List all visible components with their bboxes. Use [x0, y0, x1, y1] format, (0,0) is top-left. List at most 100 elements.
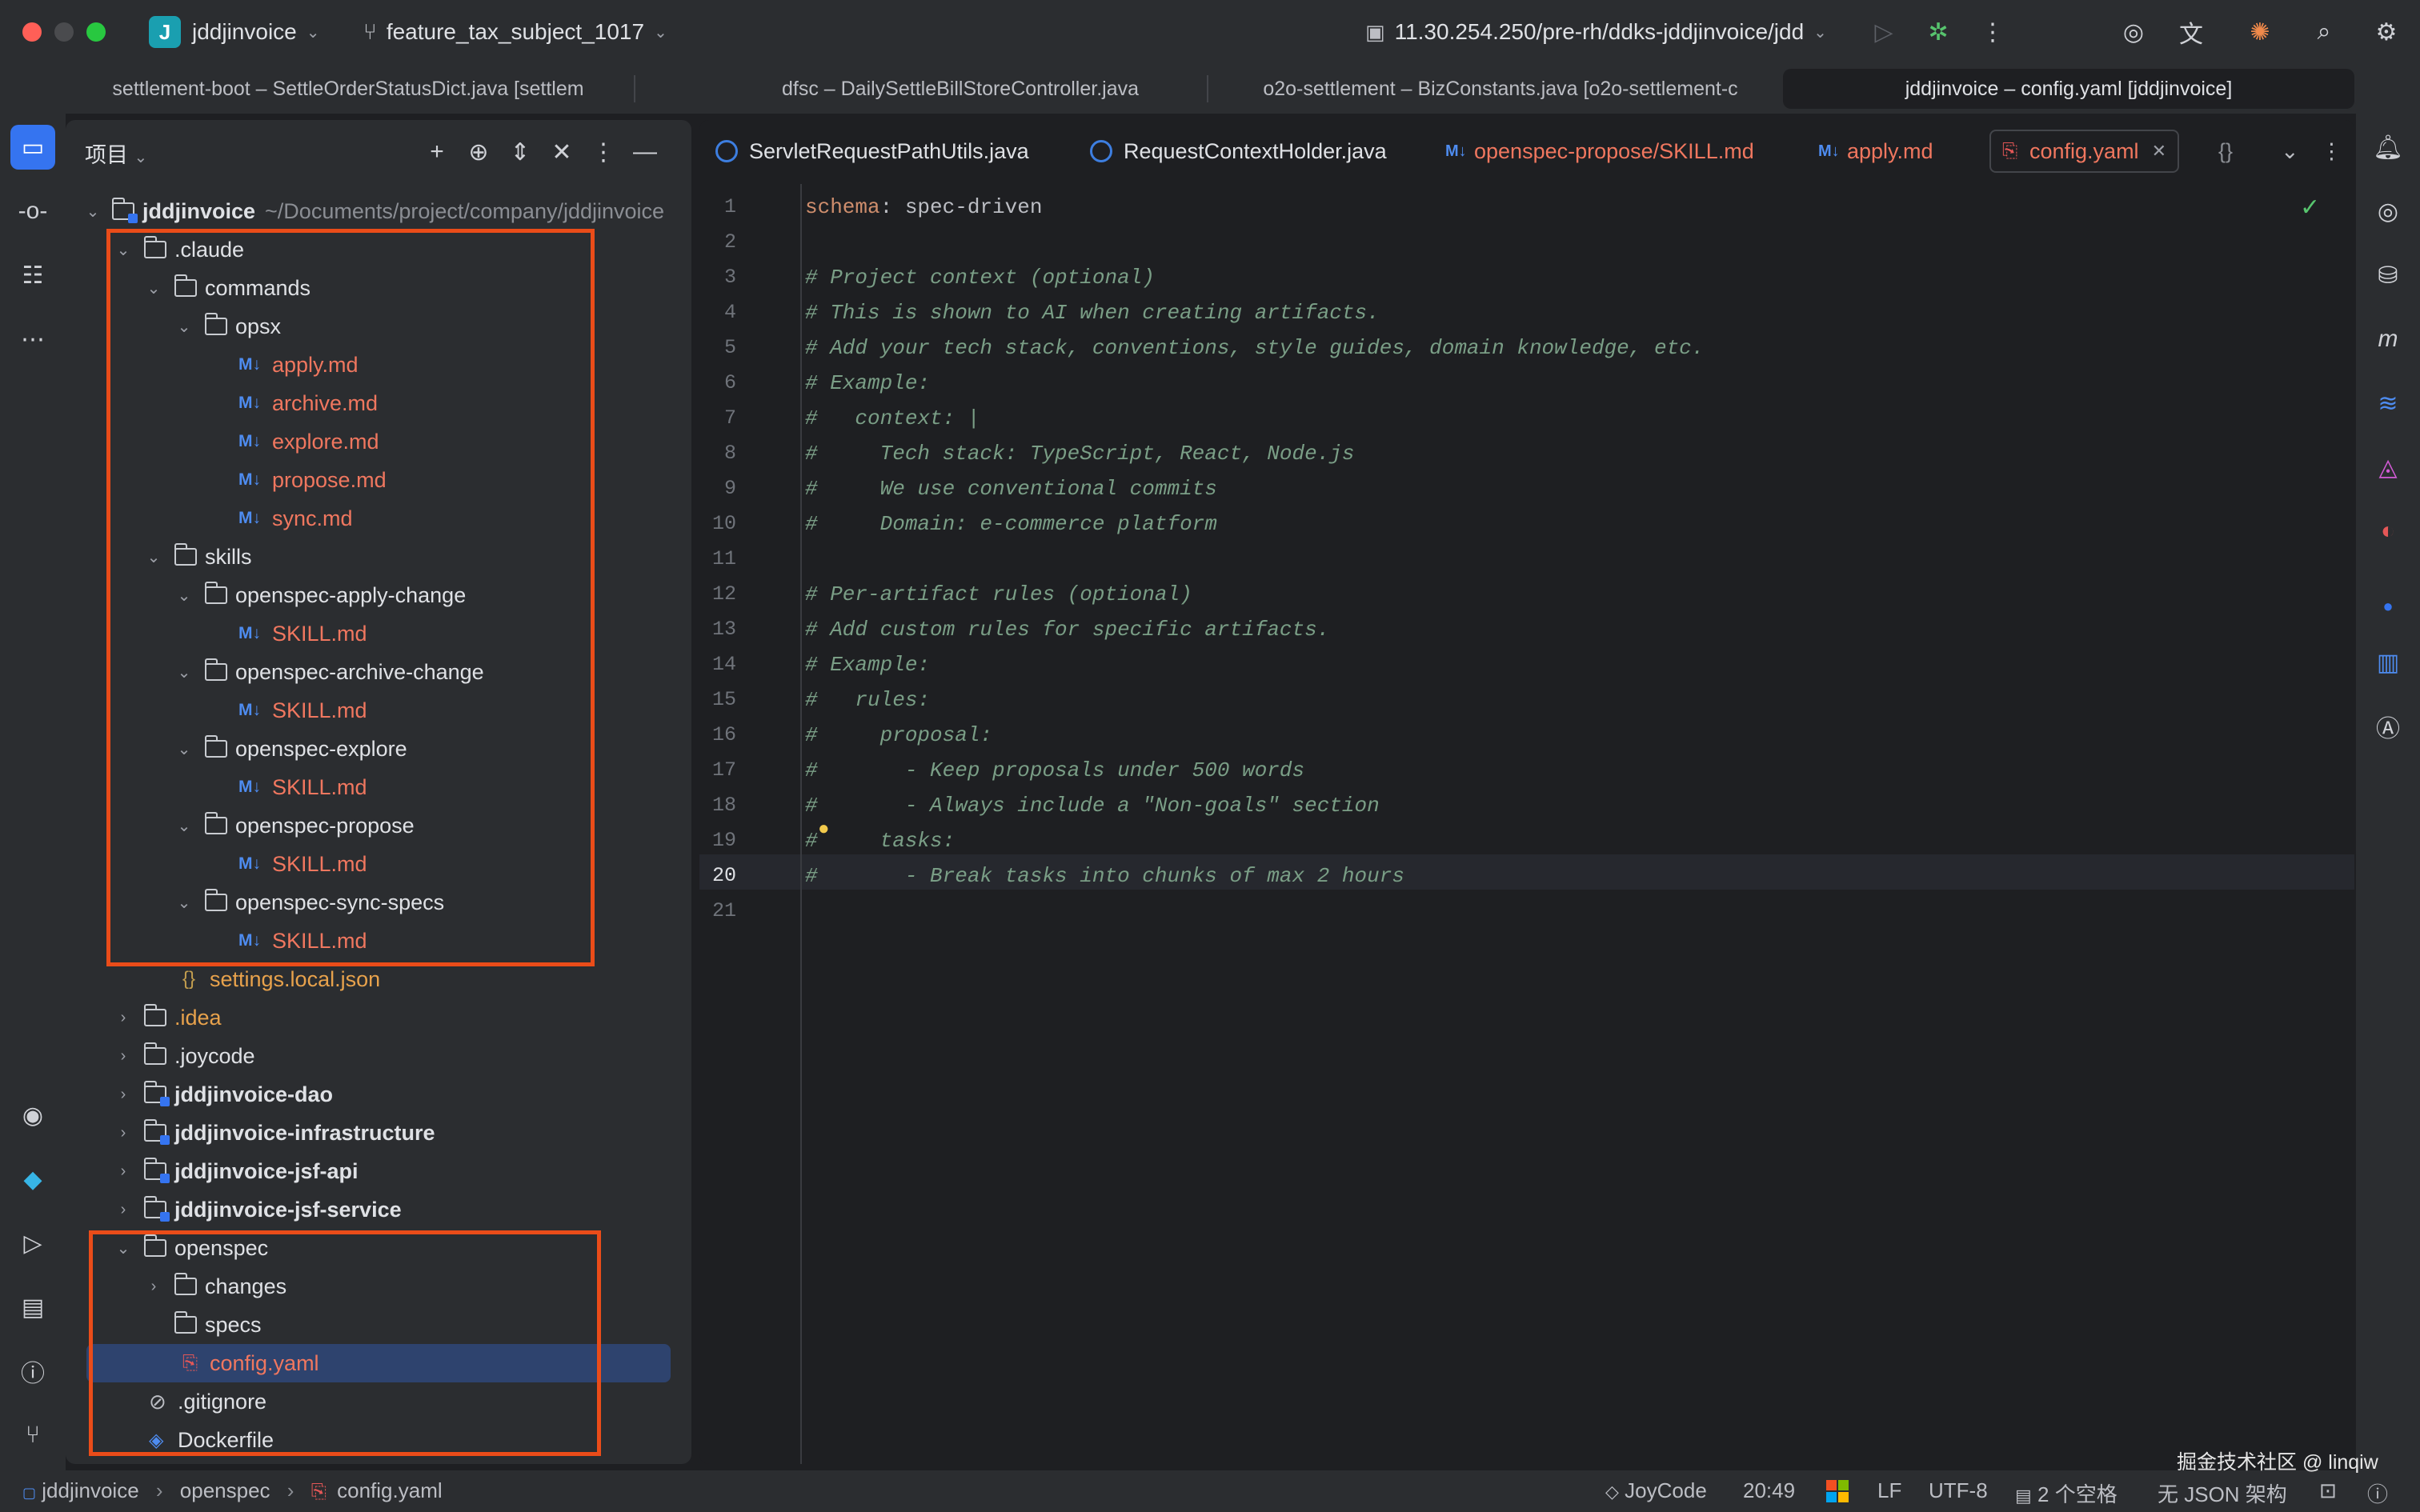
run-icon[interactable]: ▷ — [1868, 16, 1900, 48]
event-log-icon[interactable]: ⓘ — [2367, 1478, 2388, 1508]
reader-mode-icon[interactable]: ▥ — [2370, 645, 2406, 680]
code-line-comment[interactable]: # proposal: — [805, 723, 992, 747]
more-tools-icon[interactable]: ⋯ — [10, 317, 55, 362]
code-line-comment[interactable]: # Add custom rules for specific artifact… — [805, 618, 1329, 642]
run-config-selector[interactable]: ▣ 11.30.254.250/pre-rh/ddks-jddjinvoice/… — [1365, 13, 1827, 51]
debug-icon[interactable]: ✲ — [1922, 16, 1954, 48]
project-folder-icon[interactable]: ▭ — [10, 125, 55, 170]
database-icon[interactable]: ⛁ — [2370, 258, 2406, 293]
joycode-send-icon[interactable]: ◆ — [10, 1157, 55, 1202]
breadcrumb-dir[interactable]: openspec — [180, 1478, 270, 1502]
window-tab-settlement-boot[interactable]: settlement-boot – SettleOrderStatusDict.… — [96, 69, 600, 109]
code-line-comment[interactable]: # We use conventional commits — [805, 477, 1217, 501]
tree-root[interactable]: ⌄ jddjinvoice ~/Documents/project/compan… — [66, 192, 691, 230]
code-line-comment-current[interactable]: # - Break tasks into chunks of max 2 hou… — [805, 864, 1404, 888]
settings-gear-icon[interactable]: ⚙ — [2370, 16, 2402, 48]
tree-module-infrastructure[interactable]: › jddjinvoice-infrastructure — [66, 1114, 691, 1152]
zoom-window-button[interactable] — [86, 22, 106, 42]
chevron-down-icon: ⌄ — [654, 23, 667, 42]
tree-module-jsf-api[interactable]: › jddjinvoice-jsf-api — [66, 1152, 691, 1190]
window-tab-dfsc[interactable]: dfsc – DailySettleBillStoreController.ja… — [720, 69, 1200, 109]
json-schema[interactable]: 无 JSON 架构 — [2158, 1478, 2287, 1508]
file-encoding[interactable]: UTF-8 — [1929, 1478, 1988, 1503]
locate-icon[interactable]: ⊕ — [463, 136, 495, 168]
search-icon[interactable]: ⌕ — [2308, 16, 2340, 48]
code-line-comment[interactable]: # rules: — [805, 688, 930, 712]
code-line-comment[interactable]: # Example: — [805, 371, 930, 395]
project-switcher[interactable]: J jddjinvoice ⌄ — [149, 13, 320, 51]
add-icon[interactable]: + — [421, 136, 453, 168]
window-tab-o2o-settlement[interactable]: o2o-settlement – BizConstants.java [o2o-… — [1248, 69, 1753, 109]
breadcrumb-root[interactable]: jddjinvoice — [42, 1478, 138, 1502]
status-dot-icon[interactable]: ● — [2370, 589, 2406, 624]
code-line-1[interactable]: schema: spec-driven — [805, 195, 1042, 219]
translate-icon[interactable]: 文 — [2175, 16, 2207, 48]
code-line-comment[interactable]: # - Always include a "Non-goals" section — [805, 794, 1380, 818]
code-line-comment[interactable]: # context: | — [805, 406, 980, 430]
code-line-comment[interactable]: # Add your tech stack, conventions, styl… — [805, 336, 1704, 360]
claude-icon[interactable]: ✺ — [2244, 16, 2276, 48]
minimize-window-button[interactable] — [54, 22, 74, 42]
more-actions-icon[interactable]: ⋮ — [1977, 16, 2009, 48]
terminal-icon[interactable]: ▤ — [10, 1285, 55, 1330]
windows-grid-icon[interactable] — [1826, 1480, 1849, 1502]
problems-icon[interactable]: ⓘ — [10, 1349, 55, 1394]
collapse-all-icon[interactable]: ✕ — [546, 136, 578, 168]
editor-tab-skill-md[interactable]: M↓ openspec-propose/SKILL.md — [1434, 130, 1765, 173]
notifications-bell-icon[interactable]: 🔔︎ — [2370, 130, 2406, 165]
chevron-down-icon: ⌄ — [1813, 23, 1827, 42]
editor-tab-overflow[interactable]: {} — [2207, 130, 2244, 173]
joycode-status[interactable]: ◇ JoyCode — [1605, 1478, 1707, 1503]
branch-switcher[interactable]: ⑂ feature_tax_subject_1017 ⌄ — [363, 13, 667, 51]
highlight-box-openspec — [89, 1230, 601, 1456]
line-number: 12 — [711, 582, 736, 606]
editor-tab-request-context[interactable]: RequestContextHolder.java — [1079, 130, 1398, 173]
window-tab-jddjinvoice[interactable]: jddjinvoice – config.yaml [jddjinvoice] — [1783, 69, 2354, 109]
line-number: 17 — [711, 758, 736, 782]
tree-folder-idea[interactable]: › .idea — [66, 998, 691, 1037]
code-line-comment[interactable]: # Project context (optional) — [805, 266, 1155, 290]
code-line-comment[interactable]: # Example: — [805, 653, 930, 677]
line-number: 15 — [711, 688, 736, 711]
tabs-more-icon[interactable]: ⋮ — [2310, 130, 2354, 173]
indent-setting[interactable]: ▤ 2 个空格 — [2015, 1478, 2118, 1508]
plugins-icon[interactable]: ◉ — [10, 1093, 55, 1138]
plugin-stack-icon[interactable]: ≋ — [2370, 386, 2406, 421]
code-line-comment[interactable]: # Tech stack: TypeScript, React, Node.js — [805, 442, 1355, 466]
hide-panel-icon[interactable]: — — [629, 136, 661, 168]
code-line-comment[interactable]: # Per-artifact rules (optional) — [805, 582, 1192, 606]
tabs-dropdown-icon[interactable]: ⌄ — [2270, 130, 2310, 173]
redis-icon[interactable]: ◐ — [2370, 514, 2406, 549]
maven-icon[interactable]: m — [2370, 322, 2406, 357]
editor-tab-apply-md[interactable]: M↓ apply.md — [1807, 130, 1945, 173]
tree-module-dao[interactable]: › jddjinvoice-dao — [66, 1075, 691, 1114]
ai-chat-icon[interactable]: ◎ — [2370, 194, 2406, 229]
tree-module-jsf-service[interactable]: › jddjinvoice-jsf-service — [66, 1190, 691, 1229]
breadcrumb-file[interactable]: config.yaml — [337, 1478, 443, 1502]
project-panel-title[interactable]: 项目 ⌄ — [85, 138, 147, 169]
chevron-right-icon: › — [120, 1046, 126, 1065]
close-tab-icon[interactable]: ✕ — [2152, 141, 2166, 162]
text-mode-icon[interactable]: Ⓐ — [2370, 709, 2406, 744]
ai-assistant-icon[interactable]: ◎ — [2118, 16, 2150, 48]
services-icon[interactable]: ▷ — [10, 1221, 55, 1266]
options-icon[interactable]: ⋮ — [587, 136, 619, 168]
gradle-icon[interactable]: ◬ — [2370, 450, 2406, 485]
caret-position[interactable]: 20:49 — [1743, 1478, 1795, 1503]
git-icon[interactable]: ⑂ — [10, 1413, 55, 1458]
tree-folder-joycode[interactable]: › .joycode — [66, 1037, 691, 1075]
close-window-button[interactable] — [22, 22, 42, 42]
expand-all-icon[interactable]: ⇕ — [504, 136, 536, 168]
structure-icon[interactable]: ☷ — [10, 253, 55, 298]
line-separator[interactable]: LF — [1877, 1478, 1901, 1503]
commit-icon[interactable]: -o- — [10, 189, 55, 234]
code-line-comment[interactable]: # This is shown to AI when creating arti… — [805, 301, 1380, 325]
title-bar: J jddjinvoice ⌄ ⑂ feature_tax_subject_10… — [0, 0, 2420, 64]
inspection-ok-icon[interactable]: ✓ — [2300, 194, 2320, 222]
editor-tab-config-yaml[interactable]: ⎘ config.yaml ✕ — [1989, 130, 2179, 173]
code-line-comment[interactable]: # Domain: e-commerce platform — [805, 512, 1217, 536]
intention-bulb-icon[interactable]: ● — [818, 818, 830, 840]
code-line-comment[interactable]: # - Keep proposals under 500 words — [805, 758, 1304, 782]
editor-tab-servlet-utils[interactable]: ServletRequestPathUtils.java — [704, 130, 1040, 173]
lock-icon[interactable]: ⊡ — [2319, 1478, 2337, 1503]
